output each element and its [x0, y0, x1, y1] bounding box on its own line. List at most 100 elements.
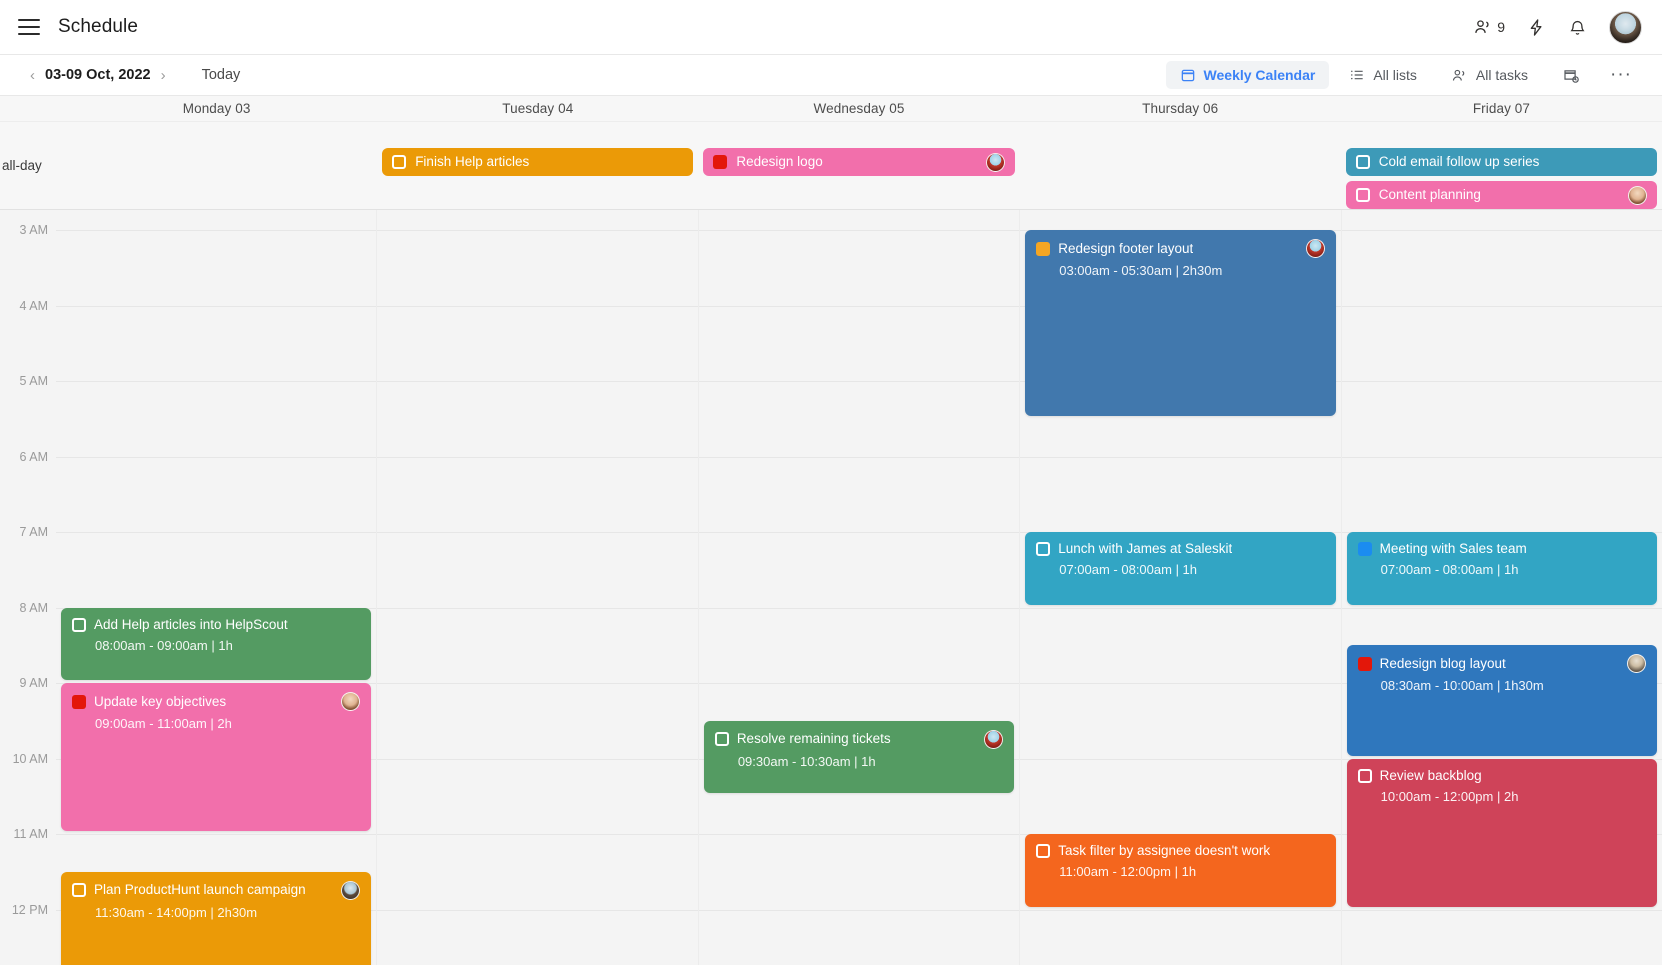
hour-label: 12 PM [11, 902, 48, 917]
assignee-avatar[interactable] [341, 880, 361, 900]
event-time: 10:00am - 12:00pm | 2h [1380, 788, 1519, 804]
day-header-row: Monday 03 Tuesday 04 Wednesday 05 Thursd… [0, 96, 1662, 122]
all-lists-button[interactable]: All lists [1335, 61, 1431, 89]
day-column-1[interactable] [376, 210, 697, 965]
checkbox-icon[interactable] [1357, 542, 1372, 556]
all-day-event[interactable]: Finish Help articles [382, 148, 694, 176]
people-count: 9 [1497, 19, 1505, 35]
day-columns: Add Help articles into HelpScout 08:00am … [56, 210, 1662, 965]
calendar-icon [1181, 69, 1194, 82]
view-weekly-calendar-button[interactable]: Weekly Calendar [1165, 61, 1330, 89]
avatar[interactable] [1609, 10, 1642, 44]
assignee-avatar[interactable] [984, 729, 1004, 749]
people-button[interactable]: 9 [1473, 17, 1505, 37]
event-header-row: Lunch with James at Saleskit [1036, 541, 1324, 557]
date-range-label: 03-09 Oct, 2022 [45, 67, 151, 83]
prev-week-button[interactable]: ‹ [22, 67, 43, 84]
lightning-icon [1530, 18, 1542, 36]
calendar-event[interactable]: Add Help articles into HelpScout 08:00am … [61, 607, 372, 680]
hour-label: 11 AM [13, 827, 48, 841]
hour-label: 3 AM [19, 223, 49, 237]
checkbox-icon[interactable] [392, 155, 407, 169]
assignee-avatar[interactable] [341, 692, 361, 711]
event-time: 03:00am - 05:30am | 2h30m [1059, 263, 1223, 278]
calendar-event[interactable]: Redesign blog layout 08:30am - 10:00am | … [1346, 645, 1658, 756]
all-day-event-title: Finish Help articles [415, 154, 530, 169]
event-header-row: Redesign blog layout [1357, 654, 1647, 674]
time-gutter-spacer [0, 96, 56, 121]
calendar-event[interactable]: Plan ProductHunt launch campaign 11:30am … [61, 871, 372, 965]
day-column-4[interactable]: Meeting with Sales team 07:00am - 08:00am… [1340, 210, 1662, 965]
day-column-2[interactable]: Resolve remaining tickets 09:30am - 10:30… [697, 210, 1019, 965]
hour-label: 4 AM [19, 298, 49, 313]
checkbox-icon[interactable] [1357, 656, 1372, 671]
hour-label: 8 AM [19, 600, 49, 615]
day-header-3[interactable]: Thursday 06 [1020, 96, 1341, 121]
event-title: Redesign blog layout [1379, 655, 1506, 671]
day-header-1[interactable]: Tuesday 04 [377, 96, 698, 121]
calendar-add-button[interactable] [1548, 60, 1594, 90]
day-header-2[interactable]: Wednesday 05 [698, 96, 1019, 121]
checkbox-icon[interactable] [1355, 188, 1370, 202]
all-day-event[interactable]: Cold email follow up series [1345, 148, 1657, 176]
checkbox-icon[interactable] [72, 883, 86, 898]
notifications-button[interactable] [1568, 18, 1587, 37]
calendar-event[interactable]: Update key objectives 09:00am - 11:00am |… [61, 683, 372, 831]
all-tasks-button[interactable]: All tasks [1437, 61, 1542, 90]
all-day-event-title: Redesign logo [736, 154, 823, 169]
assignee-avatar[interactable] [985, 152, 1005, 172]
day-header-0[interactable]: Monday 03 [56, 96, 377, 121]
event-time: 09:00am - 11:00am | 2h [95, 716, 232, 731]
assignee-avatar[interactable] [1627, 654, 1647, 674]
hour-label: 9 AM [19, 676, 49, 690]
time-grid[interactable]: 3 AM 4 AM 5 AM 6 AM 7 AM 8 AM 9 AM 10 AM 11 AM 12… [0, 210, 1662, 965]
assignee-avatar[interactable] [1627, 185, 1647, 205]
checkbox-icon[interactable] [72, 694, 86, 709]
calendar-event[interactable]: Task filter by assignee doesn't work 11:0… [1025, 834, 1336, 907]
day-column-3[interactable]: Redesign footer layout 03:00am - 05:30am … [1019, 210, 1340, 965]
automations-button[interactable] [1527, 18, 1546, 37]
hour-label: 5 AM [19, 374, 49, 388]
notification-bell-icon [1570, 20, 1585, 35]
event-title: Add Help articles into HelpScout [94, 616, 288, 632]
event-header-row: Review backblog [1357, 767, 1646, 784]
calendar-event[interactable]: Resolve remaining tickets 09:30am - 10:30… [703, 720, 1015, 794]
all-day-events-area[interactable]: Finish Help articles Redesign logo Cold em… [56, 122, 1662, 209]
calendar-event[interactable]: Lunch with James at Saleskit 07:00am - 08… [1025, 532, 1336, 605]
all-day-label: all-day [2, 158, 42, 173]
event-time: 08:30am - 10:00am | 1h30m [1380, 678, 1544, 694]
calendar-add-icon [1564, 70, 1579, 83]
all-day-event[interactable]: Content planning [1345, 181, 1657, 209]
event-title: Resolve remaining tickets [736, 731, 891, 747]
checkbox-icon[interactable] [1036, 844, 1051, 858]
today-button[interactable]: Today [202, 67, 241, 83]
event-title: Redesign footer layout [1058, 240, 1194, 256]
calendar-event[interactable]: Redesign footer layout 03:00am - 05:30am … [1025, 230, 1336, 416]
checkbox-icon[interactable] [714, 732, 729, 747]
checkbox-icon[interactable] [1357, 768, 1372, 783]
more-options-button[interactable]: ··· [1600, 64, 1642, 86]
day-header-4[interactable]: Friday 07 [1341, 96, 1662, 121]
event-time: 08:00am - 09:00am | 1h [95, 637, 233, 653]
event-header-row: Task filter by assignee doesn't work [1036, 843, 1324, 859]
event-title: Plan ProductHunt launch campaign [94, 882, 306, 898]
hour-label: 6 AM [19, 449, 49, 464]
hamburger-menu-icon[interactable] [18, 19, 40, 35]
checkbox-icon[interactable] [72, 617, 86, 632]
all-day-event[interactable]: Redesign logo [703, 148, 1015, 176]
calendar-event[interactable]: Review backblog 10:00am - 12:00pm | 2h [1346, 758, 1658, 907]
next-week-button[interactable]: › [153, 67, 174, 84]
day-column-0[interactable]: Add Help articles into HelpScout 08:00am … [56, 210, 376, 965]
checkbox-icon[interactable] [1036, 542, 1051, 556]
checkbox-icon[interactable] [713, 155, 728, 169]
event-title: Review backblog [1379, 767, 1482, 783]
top-bar: Schedule 9 [0, 0, 1662, 55]
event-time: 11:00am - 12:00pm | 1h [1059, 864, 1197, 879]
calendar-event[interactable]: Meeting with Sales team 07:00am - 08:00am… [1346, 532, 1658, 605]
checkbox-icon[interactable] [1036, 241, 1051, 256]
checkbox-icon[interactable] [1355, 155, 1370, 169]
event-header-row: Meeting with Sales team [1357, 541, 1646, 557]
assignee-avatar[interactable] [1305, 239, 1325, 258]
event-title: Task filter by assignee doesn't work [1058, 843, 1271, 858]
event-title: Update key objectives [94, 693, 227, 709]
